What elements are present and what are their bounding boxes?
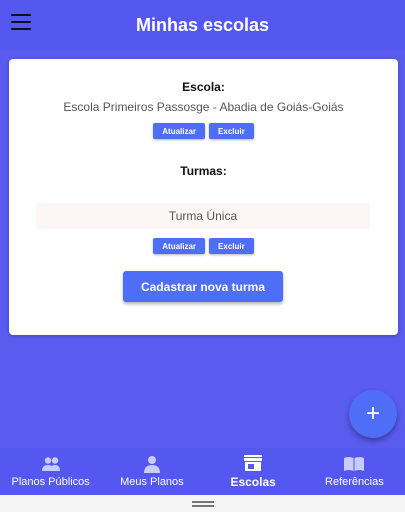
people-icon: [40, 455, 62, 473]
store-icon: [242, 454, 264, 472]
hamburger-icon[interactable]: [11, 14, 31, 30]
classes-label: Turmas:: [180, 164, 227, 178]
nav-label: Meus Planos: [120, 476, 184, 488]
class-actions: Atualizar Excluir: [9, 238, 398, 254]
nav-item-planos-publicos[interactable]: Planos Públicos: [0, 448, 101, 495]
add-button[interactable]: +: [349, 390, 397, 438]
person-icon: [141, 455, 163, 473]
class-delete-button[interactable]: Excluir: [209, 238, 254, 254]
school-delete-button[interactable]: Excluir: [209, 123, 254, 139]
system-gesture-bar: [0, 495, 405, 512]
school-card: Escola: Escola Primeiros Passosge - Abad…: [9, 59, 398, 335]
bottom-nav: Planos Públicos Meus Planos Escolas Refe…: [0, 448, 405, 495]
app-bar: Minhas escolas: [0, 0, 405, 50]
nav-label: Planos Públicos: [11, 476, 90, 488]
book-icon: [343, 455, 365, 473]
nav-item-meus-planos[interactable]: Meus Planos: [101, 448, 202, 495]
class-name: Turma Única: [168, 209, 238, 223]
school-label: Escola:: [182, 80, 225, 94]
gesture-handle[interactable]: [191, 500, 214, 507]
nav-label: Escolas: [230, 475, 276, 489]
school-name: Escola Primeiros Passosge - Abadia de Go…: [63, 100, 344, 114]
nav-item-referencias[interactable]: Referências: [304, 448, 405, 495]
nav-label: Referências: [325, 476, 384, 488]
list-item[interactable]: Turma Única: [36, 203, 370, 229]
school-update-button[interactable]: Atualizar: [153, 123, 206, 139]
school-actions: Atualizar Excluir: [9, 123, 398, 139]
plus-icon: +: [365, 400, 380, 427]
class-update-button[interactable]: Atualizar: [153, 238, 206, 254]
new-class-button[interactable]: Cadastrar nova turma: [123, 271, 283, 302]
nav-item-escolas[interactable]: Escolas: [203, 448, 304, 495]
page-title: Minhas escolas: [135, 14, 270, 35]
